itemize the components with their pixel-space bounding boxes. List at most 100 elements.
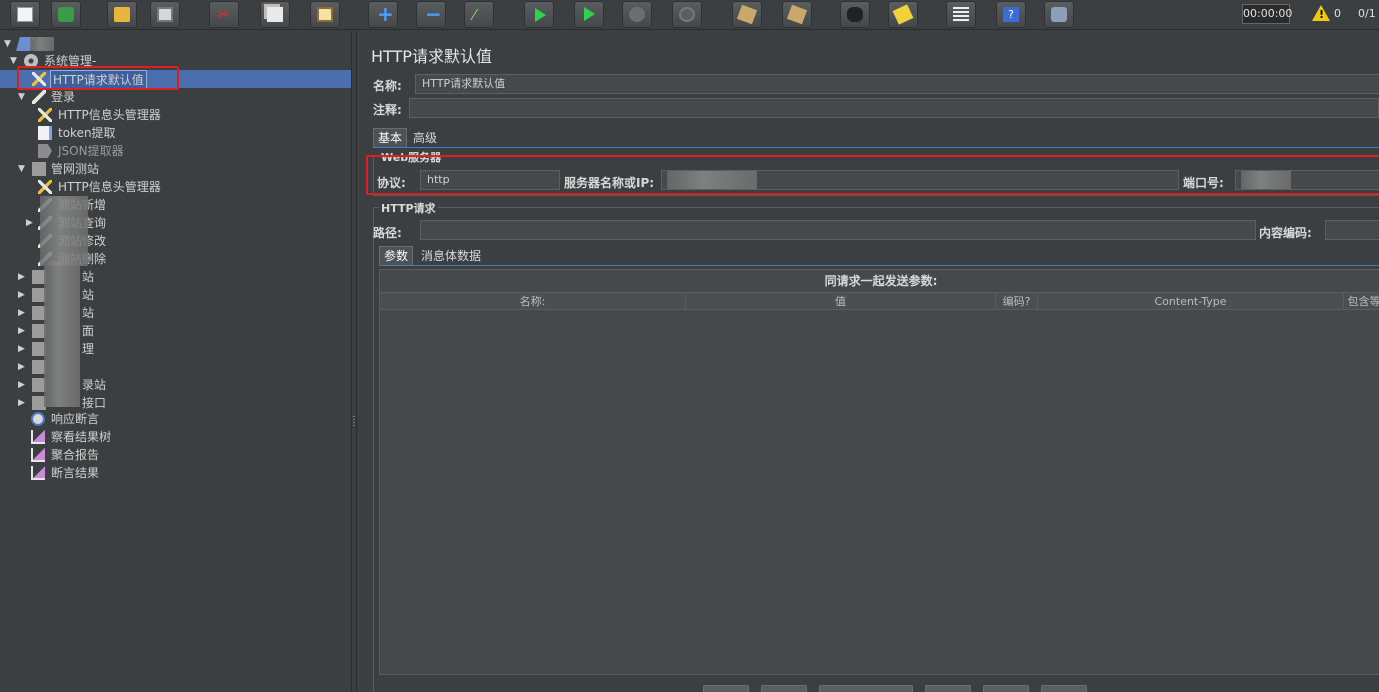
search-button[interactable] (840, 1, 870, 28)
expand-arrow-icon[interactable]: ▶ (18, 268, 25, 286)
thread-count: 0/1 (1358, 7, 1376, 20)
tab-advanced[interactable]: 高级 (409, 129, 441, 148)
add-button[interactable] (761, 685, 807, 692)
column-header-value[interactable]: 值 (686, 292, 996, 310)
tree-item-label: 响应断言 (51, 412, 100, 426)
tree-item-test-plan[interactable]: ▼ (0, 35, 351, 53)
encoding-field[interactable] (1325, 220, 1379, 240)
tree-item-label: 登录 (51, 90, 76, 104)
main-toolbar: ✂ + − ⁄ ? 00:00:00 0 0/1 (0, 0, 1379, 30)
stop-button[interactable] (622, 1, 652, 28)
expand-arrow-icon[interactable]: ▶ (18, 358, 25, 376)
extractor-icon (38, 126, 52, 140)
tree-item-label: 站 (82, 288, 95, 302)
reset-search-button[interactable] (888, 1, 918, 28)
expand-arrow-icon[interactable]: ▶ (18, 286, 25, 304)
expand-arrow-icon[interactable]: ▼ (18, 160, 25, 178)
column-header-name[interactable]: 名称: (380, 292, 686, 310)
open-button[interactable] (107, 1, 137, 28)
column-header-content-type[interactable]: Content-Type (1038, 292, 1344, 310)
expand-arrow-icon[interactable]: ▼ (4, 35, 11, 53)
tree-item-token-extract[interactable]: token提取 (0, 124, 351, 142)
tree-item-label: 察看结果树 (51, 430, 112, 444)
start-no-pauses-icon (584, 7, 595, 21)
tree-item-label: HTTP信息头管理器 (58, 108, 161, 122)
warning-icon[interactable] (1312, 5, 1330, 21)
start-no-pauses-button[interactable] (574, 1, 604, 28)
up-button[interactable] (983, 685, 1029, 692)
copy-icon (267, 7, 283, 22)
tab-body-data[interactable]: 消息体数据 (417, 247, 485, 266)
delete-button[interactable] (925, 685, 971, 692)
tree-item-label: 断言结果 (51, 466, 100, 480)
expand-arrow-icon[interactable]: ▼ (18, 88, 25, 106)
table-title: 同请求一起发送参数: (824, 274, 938, 288)
cut-icon: ✂ (217, 5, 231, 24)
config-icon (38, 108, 52, 122)
expand-arrow-icon[interactable]: ▶ (18, 322, 25, 340)
tab-underline (379, 265, 1379, 266)
collapse-icon: − (425, 2, 442, 26)
path-field[interactable] (420, 220, 1256, 240)
tab-underline (373, 147, 1379, 148)
column-header-include-equals[interactable]: 包含等 (1344, 292, 1379, 310)
http-request-group-title: HTTP请求 (379, 200, 438, 216)
tree-item-response-assertion[interactable]: 响应断言 (0, 410, 351, 428)
stop-icon (629, 7, 645, 22)
new-button[interactable] (10, 1, 40, 28)
templates-button[interactable] (51, 1, 81, 28)
down-button[interactable] (1041, 685, 1087, 692)
tree-item-label: JSON提取器 (58, 144, 124, 158)
remote-button[interactable] (1044, 1, 1074, 28)
elapsed-timer: 00:00:00 (1242, 4, 1292, 24)
element-config-panel: HTTP请求默认值 名称: HTTP请求默认值 注释: 基本 高级 Web服务器… (357, 31, 1379, 692)
help-button[interactable]: ? (996, 1, 1026, 28)
tree-item-header-manager[interactable]: HTTP信息头管理器 (0, 106, 351, 124)
tree-item-header-manager-2[interactable]: HTTP信息头管理器 (0, 178, 351, 196)
expand-arrow-icon[interactable]: ▶ (18, 376, 25, 394)
tree-item-json-extractor[interactable]: JSON提取器 (0, 142, 351, 160)
start-button[interactable] (524, 1, 554, 28)
test-plan-tree: ▼ ▼ 系统管理- HTTP请求默认值 ▼ 登录 HTTP信息头管理器 toke… (0, 31, 351, 692)
tree-item-label: HTTP信息头管理器 (58, 180, 161, 194)
expand-button[interactable]: + (368, 1, 398, 28)
function-helper-icon (953, 7, 969, 22)
expand-arrow-icon[interactable]: ▶ (18, 304, 25, 322)
paste-button[interactable] (310, 1, 340, 28)
splitter-grip-icon (353, 416, 355, 428)
add-from-clipboard-button[interactable] (819, 685, 913, 692)
tab-basic[interactable]: 基本 (373, 128, 408, 147)
save-button[interactable] (150, 1, 180, 28)
tab-parameters[interactable]: 参数 (379, 246, 414, 265)
save-icon (157, 7, 173, 22)
cut-button[interactable]: ✂ (209, 1, 239, 28)
assertion-icon (31, 412, 45, 426)
clear-all-button[interactable] (782, 1, 812, 28)
shutdown-button[interactable] (672, 1, 702, 28)
name-field[interactable]: HTTP请求默认值 (415, 74, 1379, 94)
expand-arrow-icon[interactable]: ▶ (18, 340, 25, 358)
comment-field[interactable] (409, 98, 1379, 118)
function-helper-button[interactable] (946, 1, 976, 28)
open-icon (114, 7, 130, 22)
toggle-button[interactable]: ⁄ (464, 1, 494, 28)
tree-item-view-results-tree[interactable]: 察看结果树 (0, 428, 351, 446)
expand-arrow-icon[interactable]: ▼ (10, 52, 17, 70)
copy-button[interactable] (260, 1, 290, 28)
tree-item-login[interactable]: ▼ 登录 (0, 88, 351, 106)
redacted-text (30, 37, 54, 51)
column-header-encode[interactable]: 编码? (996, 292, 1038, 310)
tree-item-station[interactable]: ▼ 管网测站 (0, 160, 351, 178)
detail-button[interactable] (703, 685, 749, 692)
tree-item-label: token提取 (58, 126, 116, 140)
parameters-table[interactable]: 同请求一起发送参数: 名称: 值 编码? Content-Type 包含等 (379, 269, 1379, 675)
paste-icon (317, 7, 333, 22)
clear-button[interactable] (732, 1, 762, 28)
tree-item-aggregate-report[interactable]: 聚合报告 (0, 446, 351, 464)
tree-item-assertion-results[interactable]: 断言结果 (0, 464, 351, 482)
expand-arrow-icon[interactable]: ▶ (26, 214, 33, 232)
collapse-button[interactable]: − (416, 1, 446, 28)
templates-icon (58, 7, 74, 22)
json-icon (38, 144, 52, 158)
highlight-box (366, 155, 1379, 195)
